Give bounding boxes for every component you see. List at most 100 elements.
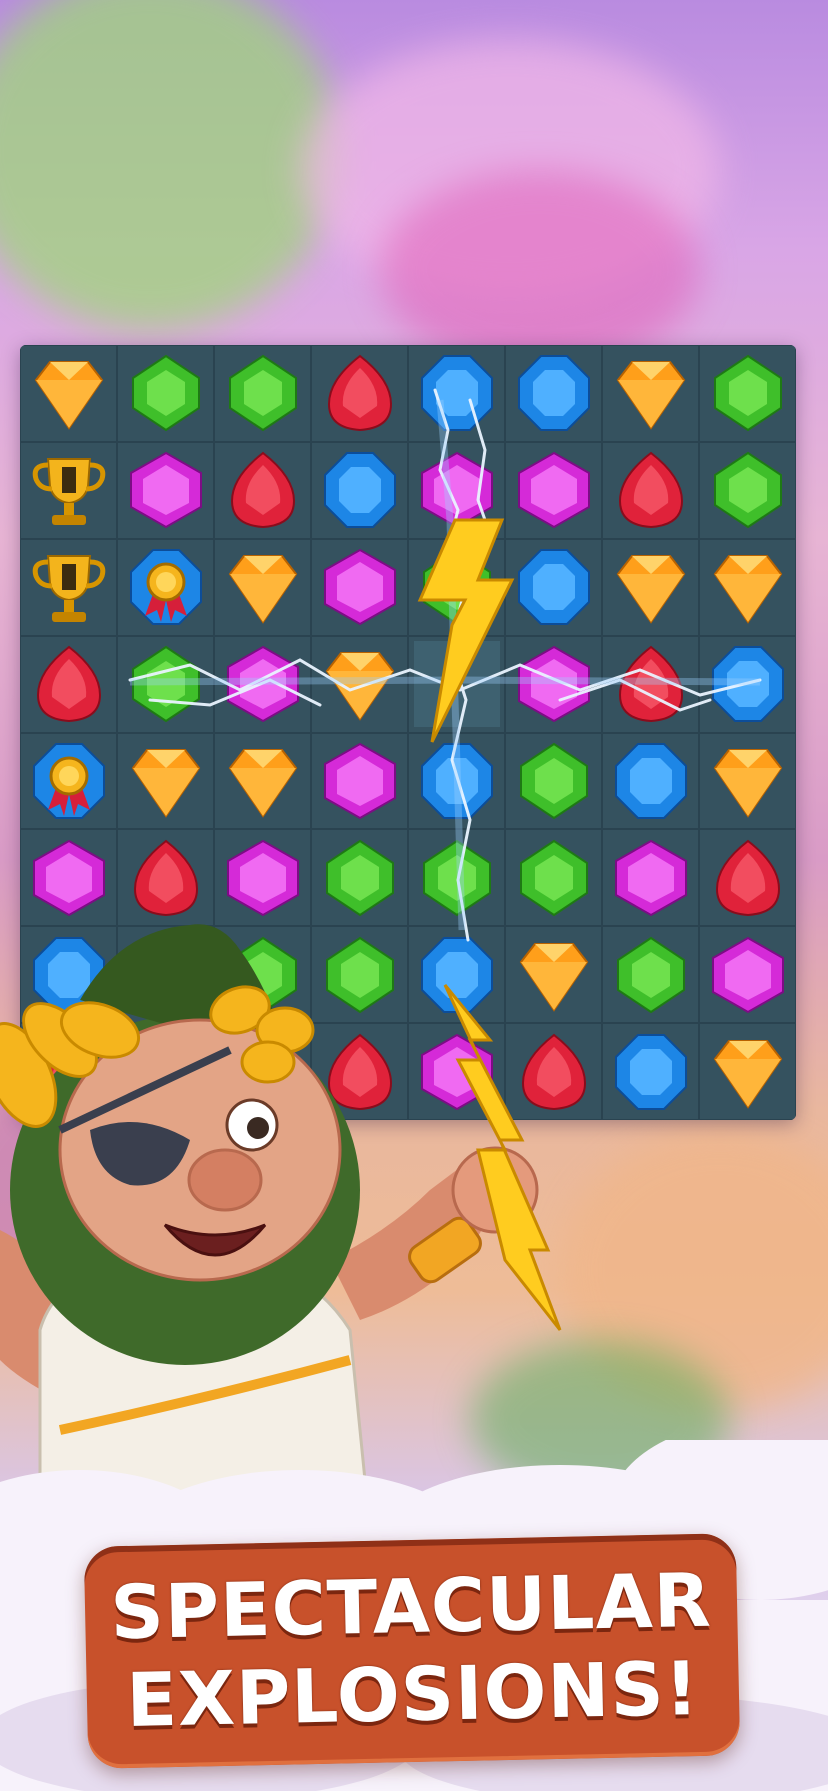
pink-gem-icon <box>511 641 597 727</box>
board-cell[interactable] <box>311 926 408 1024</box>
board-cell[interactable] <box>117 441 214 539</box>
palm-tree-blur <box>0 0 340 330</box>
blue-gem-icon <box>220 1029 306 1115</box>
red-gem-icon <box>220 447 306 533</box>
orange-gem-icon <box>220 738 306 824</box>
board-cell[interactable] <box>214 829 311 927</box>
green-gem-icon <box>317 835 403 921</box>
board-cell[interactable] <box>699 538 796 636</box>
board-cell[interactable] <box>117 345 214 442</box>
board-cell[interactable] <box>117 538 214 636</box>
orange-gem-icon <box>608 350 694 436</box>
board-cell[interactable] <box>408 1023 505 1120</box>
board-cell[interactable] <box>214 1023 311 1120</box>
green-gem-icon <box>511 738 597 824</box>
board-cell[interactable] <box>20 926 117 1024</box>
board-cell[interactable] <box>20 732 117 830</box>
board-cell[interactable] <box>602 829 699 927</box>
board-cell[interactable] <box>20 635 117 733</box>
board-cell[interactable] <box>699 635 796 733</box>
orange-gem-icon <box>705 544 791 630</box>
board-cell[interactable] <box>117 635 214 733</box>
board-cell[interactable] <box>214 441 311 539</box>
board-cell[interactable] <box>311 635 408 733</box>
orange-gem-icon <box>317 641 403 727</box>
board-cell[interactable] <box>602 635 699 733</box>
green-gem-icon <box>123 641 209 727</box>
board-cell[interactable] <box>505 345 602 442</box>
board-cell[interactable] <box>311 441 408 539</box>
orange-gem-icon <box>123 738 209 824</box>
board-cell[interactable] <box>602 926 699 1024</box>
board-cell[interactable] <box>602 1023 699 1120</box>
board-cell[interactable] <box>117 926 214 1024</box>
board-cell[interactable] <box>117 829 214 927</box>
board-cell[interactable] <box>408 441 505 539</box>
blue-gem-icon <box>123 1029 209 1115</box>
board-cell[interactable] <box>602 441 699 539</box>
blue-gem-icon <box>317 447 403 533</box>
match3-board[interactable] <box>20 345 796 1120</box>
board-cell[interactable] <box>699 926 796 1024</box>
orange-gem-icon <box>608 544 694 630</box>
green-gem-icon <box>608 932 694 1018</box>
red-gem-icon <box>26 1029 112 1115</box>
green-gem-icon <box>705 350 791 436</box>
board-cell[interactable] <box>311 1023 408 1120</box>
green-gem-icon <box>220 932 306 1018</box>
board-cell[interactable] <box>699 441 796 539</box>
board-cell[interactable] <box>408 829 505 927</box>
pink-gem-icon <box>608 835 694 921</box>
pink-gem-icon <box>317 738 403 824</box>
board-cell[interactable] <box>505 635 602 733</box>
blue-gem-icon <box>26 932 112 1018</box>
board-cell[interactable] <box>505 732 602 830</box>
board-cell[interactable] <box>214 635 311 733</box>
board-cell[interactable] <box>311 732 408 830</box>
board-cell[interactable] <box>505 926 602 1024</box>
board-cell[interactable] <box>20 538 117 636</box>
red-gem-icon <box>511 1029 597 1115</box>
pink-gem-icon <box>414 447 500 533</box>
board-cell[interactable] <box>117 1023 214 1120</box>
board-cell[interactable] <box>699 732 796 830</box>
board-cell[interactable] <box>408 635 505 733</box>
orange-gem-icon <box>220 544 306 630</box>
board-cell[interactable] <box>20 1023 117 1120</box>
board-cell[interactable] <box>505 441 602 539</box>
board-cell[interactable] <box>311 538 408 636</box>
board-cell[interactable] <box>602 538 699 636</box>
board-cell[interactable] <box>505 1023 602 1120</box>
board-cell[interactable] <box>20 345 117 442</box>
board-cell[interactable] <box>505 538 602 636</box>
board-cell[interactable] <box>408 732 505 830</box>
board-cell[interactable] <box>311 829 408 927</box>
board-cell[interactable] <box>214 538 311 636</box>
medal-icon <box>123 544 209 630</box>
board-cell[interactable] <box>699 345 796 442</box>
board-cell[interactable] <box>311 345 408 442</box>
board-cell[interactable] <box>20 829 117 927</box>
green-gem-icon <box>123 350 209 436</box>
board-cell[interactable] <box>602 732 699 830</box>
board-cell[interactable] <box>214 345 311 442</box>
board-cell[interactable] <box>699 829 796 927</box>
orange-gem-icon <box>511 932 597 1018</box>
pink-gem-icon <box>123 447 209 533</box>
board-cell[interactable] <box>602 345 699 442</box>
board-cell[interactable] <box>117 732 214 830</box>
board-cell[interactable] <box>505 829 602 927</box>
pink-gem-icon <box>220 641 306 727</box>
pink-gem-icon <box>705 932 791 1018</box>
board-cell[interactable] <box>20 441 117 539</box>
board-cell[interactable] <box>699 1023 796 1120</box>
board-cell[interactable] <box>408 926 505 1024</box>
lightning-tile <box>413 641 500 728</box>
board-cell[interactable] <box>214 926 311 1024</box>
green-gem-icon <box>220 350 306 436</box>
board-cell[interactable] <box>408 538 505 636</box>
blue-gem-icon <box>705 641 791 727</box>
board-cell[interactable] <box>408 345 505 442</box>
orange-gem-icon <box>705 738 791 824</box>
board-cell[interactable] <box>214 732 311 830</box>
